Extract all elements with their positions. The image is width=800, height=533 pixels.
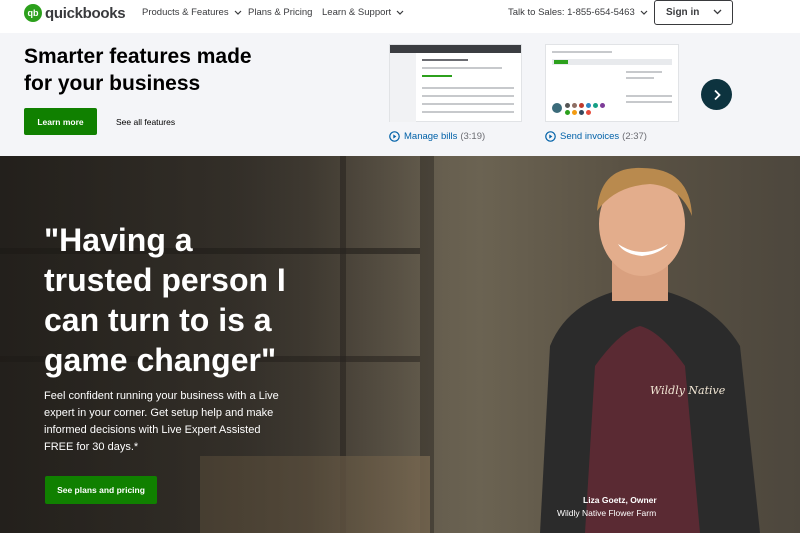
- manage-bills-video-link[interactable]: Manage bills (3:19): [389, 131, 485, 142]
- thumbnail-swatch: [586, 103, 591, 108]
- chevron-right-icon: [713, 89, 721, 100]
- menu-label: Products & Features: [142, 7, 229, 18]
- chevron-down-icon: [713, 9, 722, 15]
- hero-quote: "Having a trusted person I can turn to i…: [44, 222, 286, 378]
- thumbnail-swatch: [572, 110, 577, 115]
- thumbnail-swatch: [579, 103, 584, 108]
- thumbnail-tabs: [552, 59, 672, 65]
- thumbnail-swatch: [579, 110, 584, 115]
- hero-subtext: Feel confident running your business wit…: [44, 390, 279, 453]
- thumbnail-line: [626, 95, 672, 97]
- chevron-down-icon: [640, 10, 648, 15]
- features-headline: Smarter features made for your business: [24, 45, 252, 95]
- chevron-down-icon: [234, 10, 242, 15]
- sign-in-label: Sign in: [666, 7, 700, 18]
- thumbnail-line: [422, 59, 468, 61]
- chevron-down-icon: [396, 10, 404, 15]
- thumbnail-sidebar: [390, 53, 416, 122]
- thumbnail-line: [552, 51, 612, 53]
- thumbnail-line: [422, 67, 502, 69]
- thumbnail-swatch: [586, 110, 591, 115]
- logo-text: quickbooks: [45, 4, 126, 22]
- video-label: Send invoices: [560, 131, 620, 142]
- caption-business: Wildly Native Flower Farm: [557, 508, 657, 518]
- send-invoices-thumbnail[interactable]: [545, 44, 679, 122]
- thumbnail-line: [422, 75, 452, 77]
- thumbnail-line: [422, 87, 514, 89]
- thumbnail-titlebar: [390, 45, 521, 53]
- thumbnail-swatch: [565, 103, 570, 108]
- hero-section: Wildly Native "Having a trusted person I…: [0, 156, 800, 533]
- menu-products-features[interactable]: Products & Features: [142, 7, 242, 18]
- learn-more-button[interactable]: Learn more: [24, 108, 97, 135]
- thumbnail-line: [422, 103, 514, 105]
- menu-plans-pricing[interactable]: Plans & Pricing: [248, 7, 312, 18]
- quickbooks-logo[interactable]: qb quickbooks: [24, 4, 126, 22]
- see-all-features-link[interactable]: See all features: [116, 117, 175, 127]
- talk-to-sales[interactable]: Talk to Sales: 1-855-654-5463: [508, 7, 648, 18]
- see-plans-pricing-button[interactable]: See plans and pricing: [45, 476, 157, 504]
- thumbnail-swatch: [593, 103, 598, 108]
- play-circle-icon: [545, 131, 556, 142]
- thumbnail-swatch: [572, 103, 577, 108]
- logo-mark-icon: qb: [24, 4, 42, 22]
- thumbnail-line: [422, 95, 514, 97]
- thumbnail-swatch: [552, 103, 562, 113]
- svg-text:Wildly Native: Wildly Native: [650, 384, 726, 397]
- thumbnail-line: [626, 77, 654, 79]
- video-label: Manage bills: [404, 131, 458, 142]
- send-invoices-video-link[interactable]: Send invoices (2:37): [545, 131, 647, 142]
- next-feature-button[interactable]: [701, 79, 732, 110]
- features-strip: Smarter features made for your business …: [0, 33, 800, 156]
- menu-label: Plans & Pricing: [248, 7, 313, 18]
- sign-in-button[interactable]: Sign in: [654, 0, 733, 25]
- video-duration: (2:37): [622, 131, 647, 142]
- video-duration: (3:19): [460, 131, 486, 142]
- person-photo: Wildly Native: [540, 167, 760, 533]
- manage-bills-thumbnail[interactable]: [389, 44, 522, 122]
- sales-phone: Talk to Sales: 1-855-654-5463: [508, 7, 635, 18]
- top-nav: qb quickbooks Products & Features Plans …: [0, 0, 800, 33]
- thumbnail-line: [626, 71, 662, 73]
- thumbnail-line: [626, 101, 672, 103]
- thumbnail-line: [422, 111, 514, 113]
- thumbnail-swatch: [600, 103, 605, 108]
- menu-label: Learn & Support: [322, 7, 392, 18]
- menu-learn-support[interactable]: Learn & Support: [322, 7, 404, 18]
- thumbnail-swatch: [565, 110, 570, 115]
- caption-name: Liza Goetz, Owner: [583, 495, 657, 505]
- play-circle-icon: [389, 131, 400, 142]
- thumbnail-active-tab: [554, 60, 568, 64]
